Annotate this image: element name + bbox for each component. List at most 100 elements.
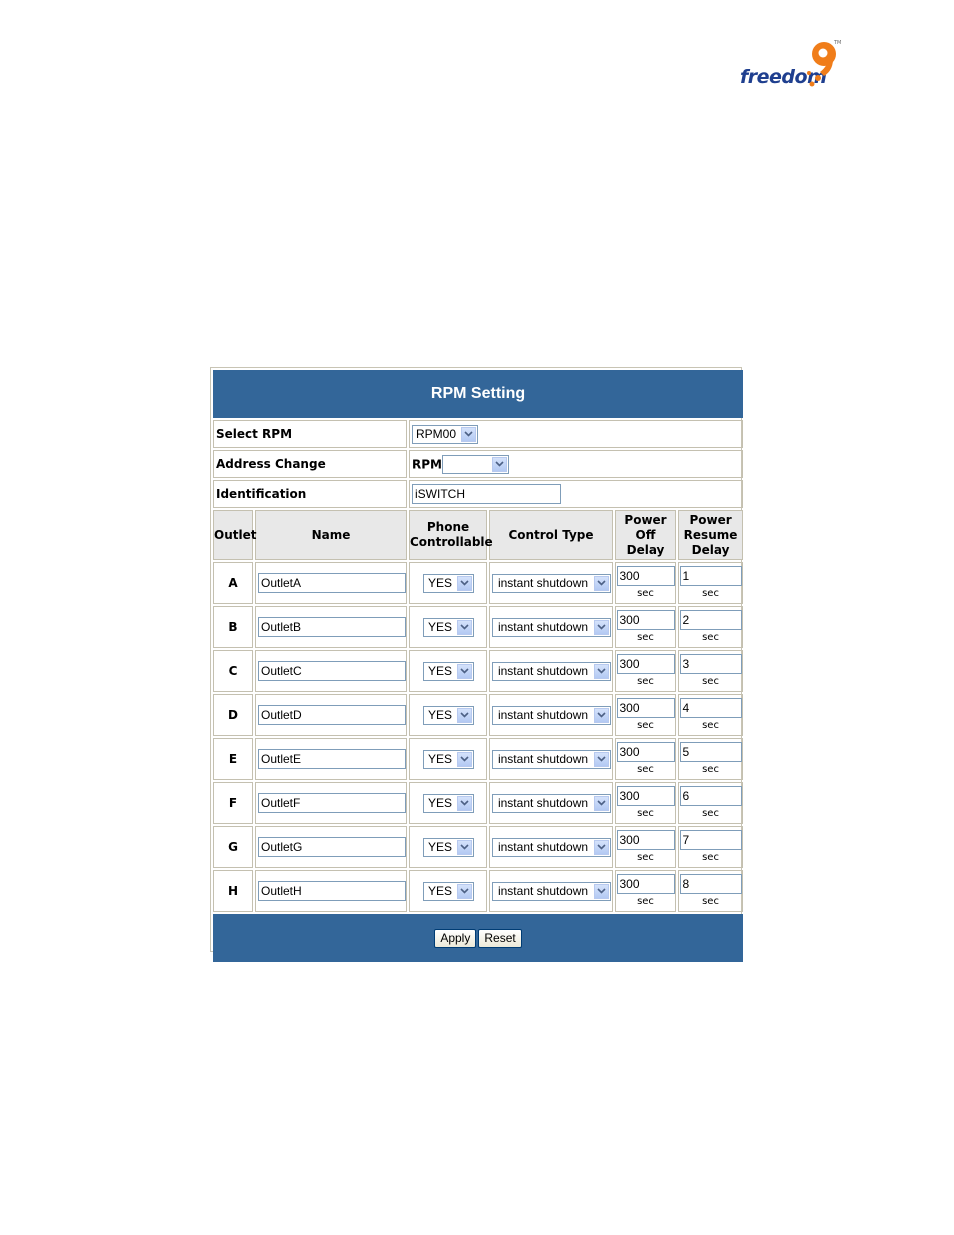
logo-nine-icon	[807, 42, 836, 87]
phone-controllable-dropdown[interactable]: YES	[422, 617, 474, 637]
power-off-unit: sec	[637, 676, 654, 687]
reset-button[interactable]: Reset	[478, 928, 522, 948]
chevron-down-icon	[593, 619, 609, 635]
outlet-row: B OutletB YES instant shutdown 300 sec 2	[213, 606, 744, 648]
control-type-value: instant shutdown	[497, 708, 589, 722]
col-header-resume-line2: Resume	[683, 527, 738, 542]
control-type-dropdown[interactable]: instant shutdown	[491, 793, 611, 813]
rpm-setting-panel: RPM Setting Select RPM RPM00 Address Cha…	[210, 367, 744, 962]
panel-title: RPM Setting	[213, 370, 744, 418]
power-off-delay-input[interactable]: 300	[616, 874, 675, 894]
col-header-phone-controllable: Phone Controllable	[409, 510, 493, 560]
power-resume-unit: sec	[702, 632, 719, 643]
address-change-dropdown[interactable]	[441, 454, 509, 474]
control-type-dropdown[interactable]: instant shutdown	[491, 881, 611, 901]
outlet-row: F OutletF YES instant shutdown 300 sec 6	[213, 782, 744, 824]
chevron-down-icon	[456, 795, 472, 811]
power-off-delay-input[interactable]: 300	[616, 830, 675, 850]
chevron-down-icon	[491, 456, 507, 472]
chevron-down-icon	[593, 883, 609, 899]
identification-input[interactable]: iSWITCH	[412, 484, 561, 504]
phone-controllable-value: YES	[427, 752, 452, 766]
power-resume-unit: sec	[702, 764, 719, 775]
col-header-off-line2: Off	[635, 527, 656, 542]
power-off-unit: sec	[637, 632, 654, 643]
power-off-unit: sec	[637, 852, 654, 863]
control-type-dropdown[interactable]: instant shutdown	[491, 837, 611, 857]
power-resume-delay-input[interactable]: 4	[679, 698, 742, 718]
power-resume-unit: sec	[702, 808, 719, 819]
outlet-name-input[interactable]: OutletD	[258, 705, 406, 725]
chevron-down-icon	[593, 839, 609, 855]
power-off-delay-input[interactable]: 300	[616, 654, 675, 674]
phone-controllable-dropdown[interactable]: YES	[422, 881, 474, 901]
power-off-delay-input[interactable]: 300	[616, 698, 675, 718]
outlet-name-input[interactable]: OutletF	[258, 793, 406, 813]
phone-controllable-value: YES	[427, 620, 452, 634]
footer-bar: Apply Reset	[213, 914, 744, 962]
outlet-letter: C	[213, 650, 253, 692]
outlet-row: A OutletA YES instant shutdown 300 sec 1	[213, 562, 744, 604]
phone-controllable-dropdown[interactable]: YES	[422, 705, 474, 725]
power-off-delay-input[interactable]: 300	[616, 742, 675, 762]
outlet-name-input[interactable]: OutletC	[258, 661, 406, 681]
select-rpm-label: Select RPM	[213, 420, 407, 448]
select-rpm-dropdown[interactable]: RPM00	[412, 424, 478, 444]
col-header-off-line1: Power	[624, 512, 667, 527]
phone-controllable-dropdown[interactable]: YES	[422, 573, 474, 593]
col-header-phone-line1: Phone	[426, 520, 470, 534]
chevron-down-icon	[456, 707, 472, 723]
outlet-name-input[interactable]: OutletE	[258, 749, 406, 769]
control-type-dropdown[interactable]: instant shutdown	[491, 705, 611, 725]
phone-controllable-value: YES	[427, 708, 452, 722]
power-resume-unit: sec	[702, 676, 719, 687]
power-off-unit: sec	[637, 896, 654, 907]
control-type-dropdown[interactable]: instant shutdown	[491, 617, 611, 637]
outlet-name-input[interactable]: OutletB	[258, 617, 406, 637]
col-header-power-off-delay: Power Off Delay	[615, 510, 676, 560]
power-resume-delay-input[interactable]: 1	[679, 566, 742, 586]
col-header-name: Name	[255, 510, 407, 560]
apply-button[interactable]: Apply	[434, 928, 477, 948]
power-resume-delay-input[interactable]: 6	[679, 786, 742, 806]
phone-controllable-dropdown[interactable]: YES	[422, 749, 474, 769]
address-prefix: RPM	[412, 457, 442, 471]
chevron-down-icon	[461, 426, 476, 442]
power-resume-delay-input[interactable]: 3	[679, 654, 742, 674]
chevron-down-icon	[456, 839, 472, 855]
power-off-delay-input[interactable]: 300	[616, 610, 675, 630]
outlet-letter: H	[213, 870, 253, 912]
outlet-name-input[interactable]: OutletA	[258, 573, 406, 593]
outlet-row: D OutletD YES instant shutdown 300 sec 4	[213, 694, 744, 736]
chevron-down-icon	[456, 663, 472, 679]
outlet-name-input[interactable]: OutletG	[258, 837, 406, 857]
col-header-control-type: Control Type	[489, 510, 613, 560]
outlet-letter: G	[213, 826, 253, 868]
outlet-letter: E	[213, 738, 253, 780]
chevron-down-icon	[593, 795, 609, 811]
outlet-name-input[interactable]: OutletH	[258, 881, 406, 901]
power-resume-unit: sec	[702, 588, 719, 599]
power-off-delay-input[interactable]: 300	[616, 786, 675, 806]
col-header-resume-line1: Power	[689, 512, 732, 527]
outlet-letter: A	[213, 562, 253, 604]
power-resume-delay-input[interactable]: 7	[679, 830, 742, 850]
power-resume-delay-input[interactable]: 8	[679, 874, 742, 894]
power-resume-unit: sec	[702, 852, 719, 863]
control-type-dropdown[interactable]: instant shutdown	[491, 749, 611, 769]
outlet-rows: A OutletA YES instant shutdown 300 sec 1	[213, 562, 744, 912]
col-header-resume-line3: Delay	[691, 542, 730, 557]
power-off-delay-input[interactable]: 300	[616, 566, 675, 586]
chevron-down-icon	[456, 751, 472, 767]
phone-controllable-dropdown[interactable]: YES	[422, 837, 474, 857]
power-resume-delay-input[interactable]: 2	[679, 610, 742, 630]
phone-controllable-dropdown[interactable]: YES	[422, 793, 474, 813]
power-resume-delay-input[interactable]: 5	[679, 742, 742, 762]
control-type-dropdown[interactable]: instant shutdown	[491, 661, 611, 681]
select-rpm-value: RPM00	[416, 427, 457, 441]
phone-controllable-value: YES	[427, 664, 452, 678]
control-type-dropdown[interactable]: instant shutdown	[491, 573, 611, 593]
outlet-row: H OutletH YES instant shutdown 300 sec 8	[213, 870, 744, 912]
phone-controllable-dropdown[interactable]: YES	[422, 661, 474, 681]
col-header-power-resume-delay: Power Resume Delay	[678, 510, 744, 560]
